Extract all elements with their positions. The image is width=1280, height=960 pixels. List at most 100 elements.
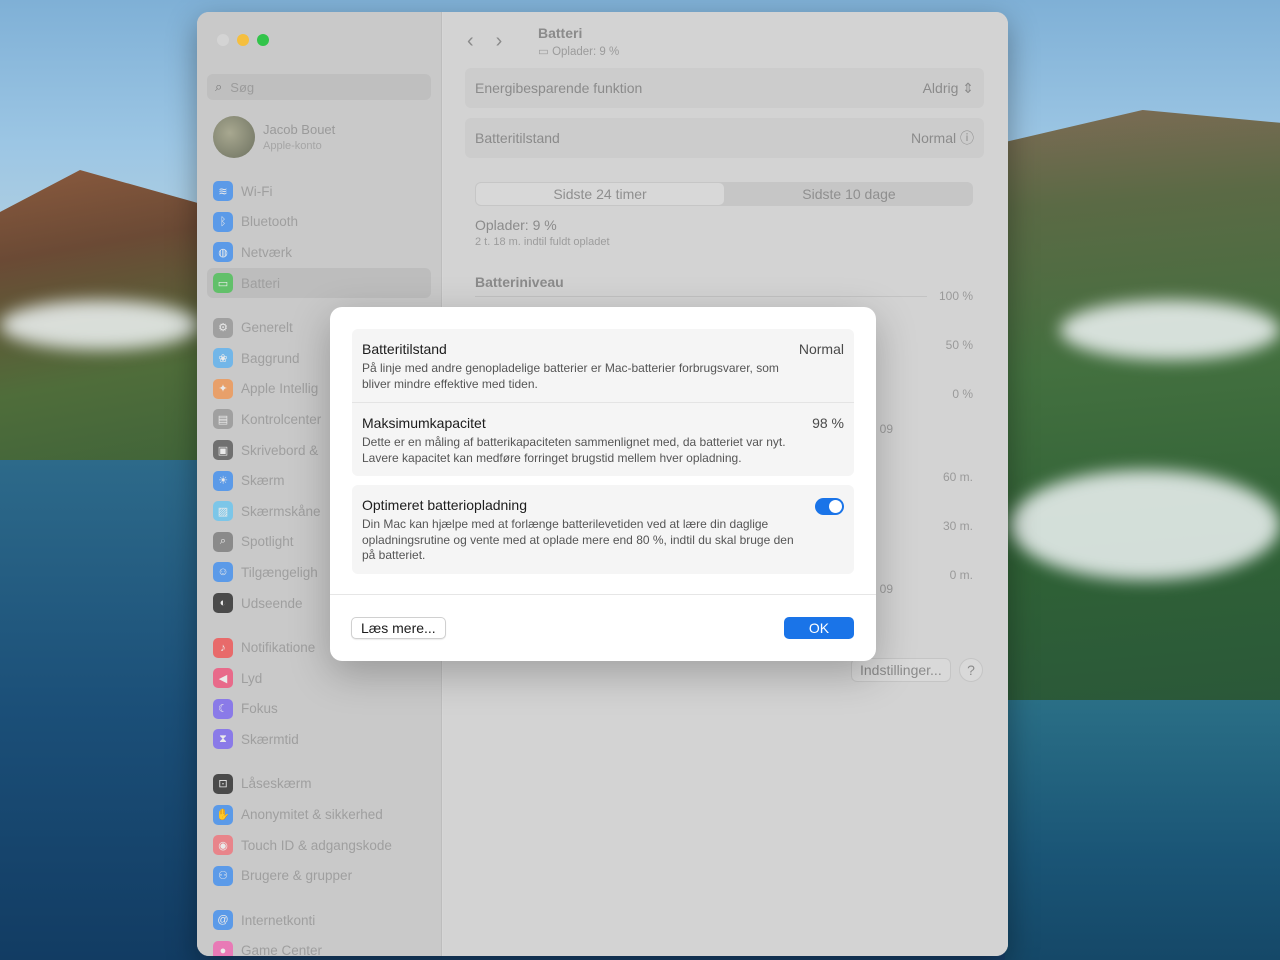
gear-icon: ⚙: [213, 317, 233, 338]
health-item: Batteritilstand Normal På linje med andr…: [352, 329, 854, 402]
energy-row: Energibesparende funktion Aldrig ⇕: [465, 68, 984, 108]
sidebar-item-game-center[interactable]: ● Game Center: [207, 936, 431, 956]
minimize-button[interactable]: [237, 34, 249, 46]
energy-select[interactable]: Aldrig ⇕: [923, 80, 974, 97]
axis-label: 50 %: [945, 338, 973, 352]
sidebar-item-touch-id-adgangskode[interactable]: ◉ Touch ID & adgangskode: [207, 830, 431, 861]
settings-button[interactable]: Indstillinger...: [851, 658, 951, 682]
sidebar-item-anonymitet-sikkerhed[interactable]: ✋ Anonymitet & sikkerhed: [207, 799, 431, 830]
ok-button[interactable]: OK: [784, 617, 854, 639]
health-value-group: Normal ⓘ: [911, 128, 974, 148]
sidebar-item-label: Lyd: [241, 670, 263, 686]
health-label: Batteritilstand: [475, 130, 560, 146]
wallpaper-sea-left: [0, 460, 200, 960]
search-icon: ⌕: [215, 79, 223, 94]
search-placeholder: Søg: [230, 79, 255, 95]
nav-buttons: ‹ ›: [467, 30, 502, 53]
sidebar-item-internetkonti[interactable]: @ Internetkonti: [207, 905, 431, 936]
health-value: Normal: [798, 341, 844, 357]
optimized-item: Optimeret batteriopladning Din Mac kan h…: [352, 485, 854, 574]
sidebar-item-label: Brugere & grupper: [241, 868, 353, 884]
health-description: På linje med andre genopladelige batteri…: [362, 361, 779, 391]
back-icon[interactable]: ‹: [467, 30, 474, 53]
charging-time: 2 t. 18 m. indtil fuldt opladet: [475, 236, 610, 248]
axis-label: 0 m.: [949, 568, 973, 582]
tick-label: 09: [879, 582, 893, 596]
sidebar-item-lyd[interactable]: ◀ Lyd: [207, 663, 431, 694]
pane-header: Batteri ▭ Oplader: 9 %: [538, 25, 619, 58]
sidebar-item-label: Skærmskåne: [241, 503, 321, 519]
sun-icon: ☀: [213, 470, 233, 491]
sidebar-item-label: Spotlight: [241, 534, 294, 550]
health-row: Batteritilstand Normal ⓘ: [465, 118, 984, 158]
sidebar-item-label: Anonymitet & sikkerhed: [241, 807, 383, 823]
wallpaper-sea-right: [1005, 700, 1280, 960]
capacity-item: Maksimumkapacitet 98 % Dette er en målin…: [352, 402, 854, 476]
sidebar-item-fokus[interactable]: ☾ Fokus: [207, 694, 431, 725]
at-icon: @: [213, 910, 233, 931]
optimized-toggle[interactable]: [815, 498, 844, 515]
account-subtitle: Apple-konto: [263, 140, 322, 152]
learn-more-button[interactable]: Læs mere...: [351, 617, 446, 639]
sidebar-item-netværk[interactable]: ◍ Netværk: [207, 237, 431, 268]
wifi-icon: ≋: [213, 181, 233, 202]
globe-icon: ◍: [213, 242, 233, 263]
hourglass-icon: ⧗: [213, 729, 233, 750]
forward-icon[interactable]: ›: [496, 30, 503, 53]
health-group: Batteritilstand Normal På linje med andr…: [352, 329, 854, 476]
apple-account[interactable]: Jacob Bouet Apple-konto: [213, 116, 335, 158]
help-button[interactable]: ?: [959, 658, 983, 682]
sidebar-item-label: Tilgængeligh: [241, 564, 318, 580]
battery-health-dialog: Batteritilstand Normal På linje med andr…: [330, 307, 876, 661]
sidebar-item-label: Internetkonti: [241, 912, 316, 928]
battery-small-icon: ▭: [538, 46, 549, 58]
wallpaper-icon: ❀: [213, 348, 233, 369]
moon-icon: ☾: [213, 698, 233, 719]
page-title: Batteri: [538, 25, 583, 41]
info-icon[interactable]: ⓘ: [960, 130, 974, 146]
sidebar-item-label: Skærm: [241, 473, 285, 489]
sidebar-item-label: Batteri: [241, 275, 281, 291]
axis-label: 60 m.: [942, 470, 973, 484]
gamecenter-icon: ●: [213, 940, 233, 956]
charging-status: Oplader: 9 %: [475, 217, 557, 233]
sidebar-item-label: Skrivebord &: [241, 442, 319, 458]
sidebar-item-label: Apple Intellig: [241, 381, 319, 397]
speaker-icon: ◀: [213, 668, 233, 689]
avatar: [213, 116, 255, 158]
sidebar-item-label: Kontrolcenter: [241, 411, 322, 427]
sidebar-item-brugere-grupper[interactable]: ⚇ Brugere & grupper: [207, 860, 431, 891]
tick-label: 09: [879, 422, 893, 436]
sidebar-item-batteri[interactable]: ▭ Batteri: [207, 267, 431, 299]
search-input[interactable]: ⌕ Søg: [207, 74, 431, 100]
sidebar-item-label: Notifikatione: [241, 640, 316, 656]
toggle-knob: [829, 500, 842, 513]
tab-24h[interactable]: Sidste 24 timer: [476, 183, 724, 205]
sidebar-item-bluetooth[interactable]: ᛒ Bluetooth: [207, 207, 431, 238]
sidebar-item-label: Generelt: [241, 320, 293, 336]
wallpaper-cloud: [0, 300, 200, 350]
sidebar-item-låseskærm[interactable]: ⊡ Låseskærm: [207, 769, 431, 800]
sidebar-item-label: Game Center: [241, 943, 323, 956]
sidebar-item-skærmtid[interactable]: ⧗ Skærmtid: [207, 724, 431, 755]
sidebar-item-label: Udseende: [241, 595, 303, 611]
sidebar-item-label: Skærmtid: [241, 731, 299, 747]
users-icon: ⚇: [213, 865, 233, 886]
capacity-title: Maksimumkapacitet: [362, 415, 486, 431]
close-button[interactable]: [217, 34, 229, 46]
axis-label: 0 %: [952, 387, 973, 401]
capacity-value: 98 %: [812, 415, 844, 431]
control-center-icon: ▤: [213, 409, 233, 430]
tab-10d[interactable]: Sidste 10 dage: [725, 182, 973, 206]
health-value: Normal: [910, 130, 957, 146]
wallpaper-hill-right: [1005, 110, 1280, 750]
zoom-button[interactable]: [257, 34, 269, 46]
desktop-icon: ▣: [213, 440, 233, 461]
bell-icon: ♪: [213, 637, 233, 658]
sidebar-item-label: Bluetooth: [241, 214, 299, 230]
sidebar-item-wi-fi[interactable]: ≋ Wi-Fi: [207, 176, 431, 207]
battery-icon: ▭: [213, 273, 233, 294]
gridline: [475, 296, 927, 297]
